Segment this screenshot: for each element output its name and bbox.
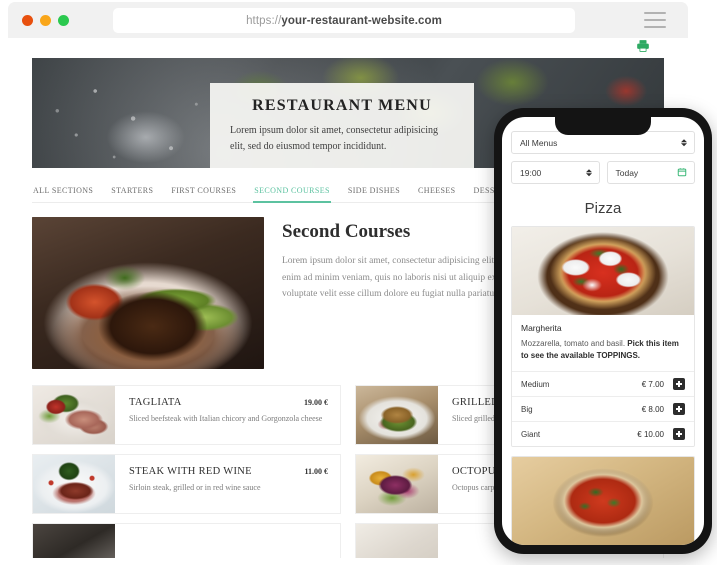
maximize-window-button[interactable] — [58, 14, 69, 26]
menu-item-thumbnail — [33, 524, 115, 558]
window-traffic-lights — [22, 14, 69, 26]
pizza-card[interactable]: Margherita Mozzarella, tomato and basil.… — [511, 226, 695, 447]
pizza-size-price: € 7.00 — [641, 379, 664, 389]
menu-item-name: TAGLIATA — [129, 397, 182, 408]
menu-item-card[interactable]: STEAK WITH RED WINE 11.00 € Sirloin stea… — [32, 454, 341, 514]
add-to-order-button[interactable] — [673, 403, 685, 415]
minimize-window-button[interactable] — [40, 14, 51, 26]
pizza-size-price: € 10.00 — [637, 429, 664, 439]
printer-icon[interactable] — [636, 39, 650, 58]
close-window-button[interactable] — [22, 14, 33, 26]
pizza-size-price: € 8.00 — [641, 404, 664, 414]
address-bar[interactable]: https://your-restaurant-website.com — [113, 8, 575, 33]
menu-item-header: STEAK WITH RED WINE 11.00 € — [129, 466, 328, 477]
menu-item-thumbnail — [33, 386, 115, 444]
nav-item-cheeses[interactable]: CHEESES — [417, 186, 456, 203]
hero-text-card: RESTAURANT MENU Lorem ipsum dolor sit am… — [210, 83, 474, 168]
pizza-photo — [512, 227, 694, 315]
menu-item-card[interactable] — [32, 523, 341, 558]
add-to-order-button[interactable] — [673, 428, 685, 440]
date-value: Today — [615, 167, 639, 178]
chevron-updown-icon — [681, 138, 687, 147]
time-date-row: 19:00 Today — [511, 161, 695, 184]
nav-item-second-courses[interactable]: SECOND COURSES — [253, 186, 331, 203]
pizza-list: Margherita Mozzarella, tomato and basil.… — [502, 226, 704, 545]
pizza-name: Margherita — [521, 323, 562, 333]
menu-filter-value: All Menus — [520, 137, 558, 148]
phone-notch — [555, 117, 651, 135]
section-photo — [32, 217, 264, 369]
pizza-size-label: Big — [521, 404, 533, 414]
menu-item-description: Sirloin steak, grilled or in red wine sa… — [129, 483, 261, 492]
menu-item-thumbnail — [356, 455, 438, 513]
pizza-card[interactable]: Marinara — [511, 456, 695, 545]
menu-item-price: 11.00 € — [304, 467, 328, 476]
phone-mockup: All Menus 19:00 Today Pizza Margherita M… — [494, 108, 712, 554]
menu-item-description: Sliced beefsteak with Italian chicory an… — [129, 414, 323, 423]
pizza-description-normal: Mozzarella, tomato and basil. — [521, 339, 628, 348]
browser-chrome: https://your-restaurant-website.com — [8, 2, 688, 38]
nav-item-all-sections[interactable]: ALL SECTIONS — [32, 186, 94, 203]
url-domain: your-restaurant-website.com — [281, 14, 442, 27]
hamburger-menu-icon[interactable] — [644, 12, 666, 28]
chevron-updown-icon — [585, 168, 592, 177]
hero-subtitle: Lorem ipsum dolor sit amet, consectetur … — [230, 125, 439, 152]
menu-item-body: STEAK WITH RED WINE 11.00 € Sirloin stea… — [115, 455, 340, 513]
time-select[interactable]: 19:00 — [511, 161, 600, 184]
toolbar-row — [8, 38, 688, 58]
nav-item-side-dishes[interactable]: SIDE DISHES — [347, 186, 401, 203]
menu-item-body — [115, 524, 340, 558]
menu-item-name: STEAK WITH RED WINE — [129, 466, 252, 477]
menu-item-thumbnail — [356, 386, 438, 444]
hero-title: RESTAURANT MENU — [252, 97, 432, 114]
calendar-icon[interactable] — [677, 164, 687, 182]
nav-item-starters[interactable]: STARTERS — [110, 186, 154, 203]
menu-item-thumbnail — [33, 455, 115, 513]
menu-item-card[interactable]: TAGLIATA 19.00 € Sliced beefsteak with I… — [32, 385, 341, 445]
pizza-size-row[interactable]: Medium € 7.00 — [512, 371, 694, 396]
pizza-info: Margherita Mozzarella, tomato and basil.… — [512, 315, 694, 371]
phone-screen: All Menus 19:00 Today Pizza Margherita M… — [502, 117, 704, 545]
screenshot-stage: https://your-restaurant-website.com REST… — [0, 0, 717, 565]
pizza-size-label: Giant — [521, 429, 541, 439]
phone-section-title: Pizza — [584, 200, 622, 217]
menu-item-thumbnail — [356, 524, 438, 558]
menu-item-header: TAGLIATA 19.00 € — [129, 397, 328, 408]
menu-item-body: TAGLIATA 19.00 € Sliced beefsteak with I… — [115, 386, 340, 444]
pizza-photo — [512, 457, 694, 545]
steak-dish-image — [32, 217, 264, 369]
pizza-size-label: Medium — [521, 379, 550, 389]
url-scheme: https:// — [246, 14, 282, 27]
date-select[interactable]: Today — [606, 161, 695, 184]
url-text: https://your-restaurant-website.com — [246, 15, 442, 27]
add-to-order-button[interactable] — [673, 378, 685, 390]
menu-item-price: 19.00 € — [304, 398, 328, 407]
pizza-size-row[interactable]: Big € 8.00 — [512, 396, 694, 421]
pizza-size-row[interactable]: Giant € 10.00 — [512, 421, 694, 446]
time-value: 19:00 — [520, 167, 542, 178]
nav-item-first-courses[interactable]: FIRST COURSES — [170, 186, 237, 203]
pizza-description: Mozzarella, tomato and basil. Pick this … — [521, 338, 685, 362]
